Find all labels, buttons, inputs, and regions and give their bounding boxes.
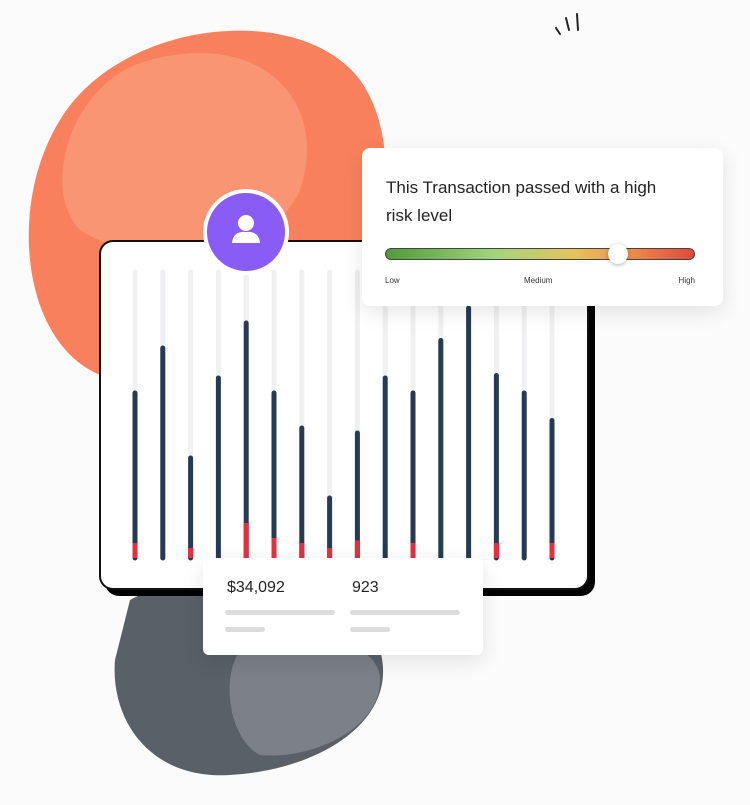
- stats-card: $34,092 923: [203, 558, 483, 655]
- placeholder-line: [350, 627, 390, 632]
- scale-label-medium: Medium: [524, 276, 553, 285]
- placeholder-line: [350, 610, 460, 615]
- risk-slider-track: [385, 248, 695, 260]
- amount-value: $34,092: [227, 579, 285, 596]
- scale-label-high: High: [678, 276, 695, 285]
- user-icon: [232, 215, 260, 243]
- scale-label-low: Low: [385, 276, 400, 285]
- avatar: [203, 189, 289, 275]
- risk-title: This Transaction passed with a high risk…: [386, 178, 657, 225]
- placeholder-line: [225, 627, 265, 632]
- risk-slider-thumb: [607, 244, 628, 264]
- sparkle-lines: [555, 13, 579, 35]
- risk-card: This Transaction passed with a high risk…: [362, 148, 723, 306]
- placeholder-line: [225, 610, 335, 615]
- count-value: 923: [352, 579, 379, 596]
